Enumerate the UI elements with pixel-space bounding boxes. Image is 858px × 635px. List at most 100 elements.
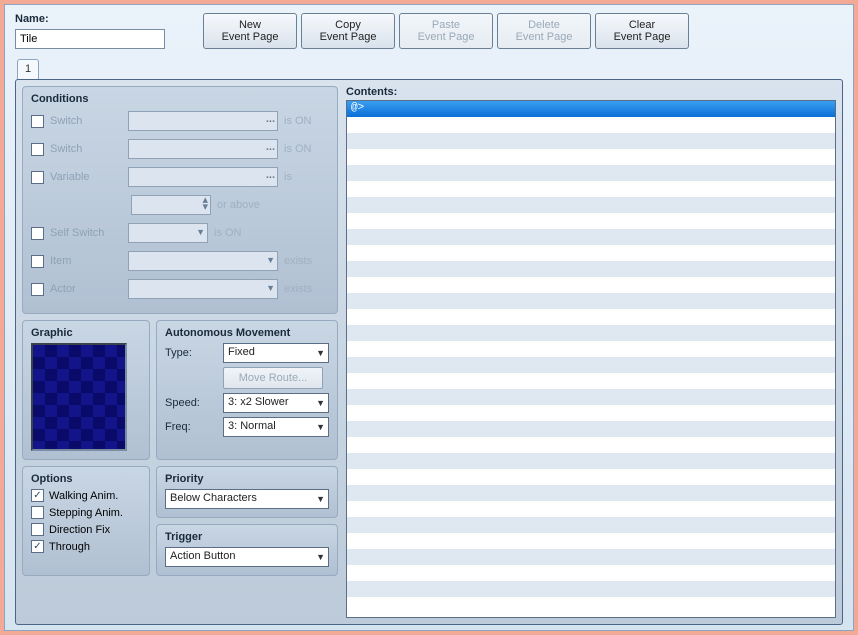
variable-suffix2: or above xyxy=(217,199,260,211)
main-area: Conditions Switch ... is ON Switch ... i… xyxy=(15,79,843,625)
trigger-select[interactable]: Action Button▼ xyxy=(165,547,329,567)
contents-list[interactable]: @> xyxy=(346,100,836,618)
through-checkbox[interactable] xyxy=(31,540,44,553)
walking-anim-checkbox[interactable] xyxy=(31,489,44,502)
actor-label: Actor xyxy=(50,283,122,295)
contents-title: Contents: xyxy=(346,86,836,98)
actor-field[interactable]: ▼ xyxy=(128,279,278,299)
self-switch-checkbox[interactable] xyxy=(31,227,44,240)
variable-suffix: is xyxy=(284,171,292,183)
stepping-anim-checkbox[interactable] xyxy=(31,506,44,519)
item-checkbox[interactable] xyxy=(31,255,44,268)
trigger-group: Trigger Action Button▼ xyxy=(156,524,338,576)
priority-select[interactable]: Below Characters▼ xyxy=(165,489,329,509)
contents-line xyxy=(347,293,835,309)
copy-event-page-button[interactable]: Copy Event Page xyxy=(301,13,395,49)
contents-line xyxy=(347,117,835,133)
contents-line xyxy=(347,469,835,485)
switch1-checkbox[interactable] xyxy=(31,115,44,128)
freq-label: Freq: xyxy=(165,421,217,433)
options-title: Options xyxy=(31,473,141,485)
contents-line xyxy=(347,373,835,389)
top-row: Name: New Event Page Copy Event Page Pas… xyxy=(15,13,843,49)
name-label: Name: xyxy=(15,13,165,25)
chevron-down-icon: ▼ xyxy=(316,494,325,504)
chevron-down-icon: ▼ xyxy=(266,283,275,293)
contents-line xyxy=(347,485,835,501)
contents-line xyxy=(347,533,835,549)
freq-select[interactable]: 3: Normal▼ xyxy=(223,417,329,437)
contents-line xyxy=(347,261,835,277)
variable-label: Variable xyxy=(50,171,122,183)
actor-checkbox[interactable] xyxy=(31,283,44,296)
contents-line xyxy=(347,197,835,213)
switch2-checkbox[interactable] xyxy=(31,143,44,156)
contents-line xyxy=(347,165,835,181)
autonomous-movement-group: Autonomous Movement Type: Fixed▼ Move Ro… xyxy=(156,320,338,460)
graphic-title: Graphic xyxy=(31,327,141,339)
contents-line xyxy=(347,453,835,469)
self-switch-label: Self Switch xyxy=(50,227,122,239)
item-label: Item xyxy=(50,255,122,267)
ellipsis-icon: ... xyxy=(266,113,275,125)
switch1-label: Switch xyxy=(50,115,122,127)
contents-line xyxy=(347,389,835,405)
contents-line xyxy=(347,565,835,581)
stepping-anim-label: Stepping Anim. xyxy=(49,507,123,519)
contents-line xyxy=(347,245,835,261)
direction-fix-checkbox[interactable] xyxy=(31,523,44,536)
item-suffix: exists xyxy=(284,255,312,267)
chevron-down-icon: ▼ xyxy=(266,255,275,265)
switch2-label: Switch xyxy=(50,143,122,155)
options-group: Options Walking Anim. Stepping Anim. Dir… xyxy=(22,466,150,576)
contents-line xyxy=(347,325,835,341)
move-route-button: Move Route... xyxy=(223,367,323,389)
tab-1[interactable]: 1 xyxy=(17,59,39,79)
contents-line xyxy=(347,309,835,325)
chevron-down-icon: ▼ xyxy=(316,422,325,432)
switch1-suffix: is ON xyxy=(284,115,312,127)
chevron-down-icon: ▼ xyxy=(316,398,325,408)
name-input[interactable] xyxy=(15,29,165,49)
through-label: Through xyxy=(49,541,90,553)
switch1-field[interactable]: ... xyxy=(128,111,278,131)
new-event-page-button[interactable]: New Event Page xyxy=(203,13,297,49)
contents-line xyxy=(347,133,835,149)
contents-line xyxy=(347,341,835,357)
contents-line-selected[interactable]: @> xyxy=(347,101,835,117)
variable-value-field[interactable]: ▴▾ xyxy=(131,195,211,215)
contents-line xyxy=(347,213,835,229)
speed-select[interactable]: 3: x2 Slower▼ xyxy=(223,393,329,413)
item-field[interactable]: ▼ xyxy=(128,251,278,271)
contents-line xyxy=(347,517,835,533)
walking-anim-label: Walking Anim. xyxy=(49,490,118,502)
direction-fix-label: Direction Fix xyxy=(49,524,110,536)
spinner-icon: ▴▾ xyxy=(202,197,208,211)
autonomous-title: Autonomous Movement xyxy=(165,327,329,339)
clear-event-page-button[interactable]: Clear Event Page xyxy=(595,13,689,49)
variable-checkbox[interactable] xyxy=(31,171,44,184)
priority-group: Priority Below Characters▼ xyxy=(156,466,338,518)
graphic-selector[interactable] xyxy=(31,343,127,451)
self-switch-field[interactable]: ▼ xyxy=(128,223,208,243)
graphic-group: Graphic xyxy=(22,320,150,460)
contents-line xyxy=(347,149,835,165)
paste-event-page-button: Paste Event Page xyxy=(399,13,493,49)
contents-line xyxy=(347,229,835,245)
delete-event-page-button: Delete Event Page xyxy=(497,13,591,49)
conditions-group: Conditions Switch ... is ON Switch ... i… xyxy=(22,86,338,314)
contents-line xyxy=(347,405,835,421)
conditions-title: Conditions xyxy=(31,93,329,105)
type-select[interactable]: Fixed▼ xyxy=(223,343,329,363)
variable-field[interactable]: ... xyxy=(128,167,278,187)
priority-title: Priority xyxy=(165,473,329,485)
contents-line xyxy=(347,581,835,597)
actor-suffix: exists xyxy=(284,283,312,295)
contents-line xyxy=(347,277,835,293)
speed-label: Speed: xyxy=(165,397,217,409)
chevron-down-icon: ▼ xyxy=(316,348,325,358)
event-editor-window: Name: New Event Page Copy Event Page Pas… xyxy=(4,4,854,631)
ellipsis-icon: ... xyxy=(266,169,275,181)
switch2-field[interactable]: ... xyxy=(128,139,278,159)
type-label: Type: xyxy=(165,347,217,359)
